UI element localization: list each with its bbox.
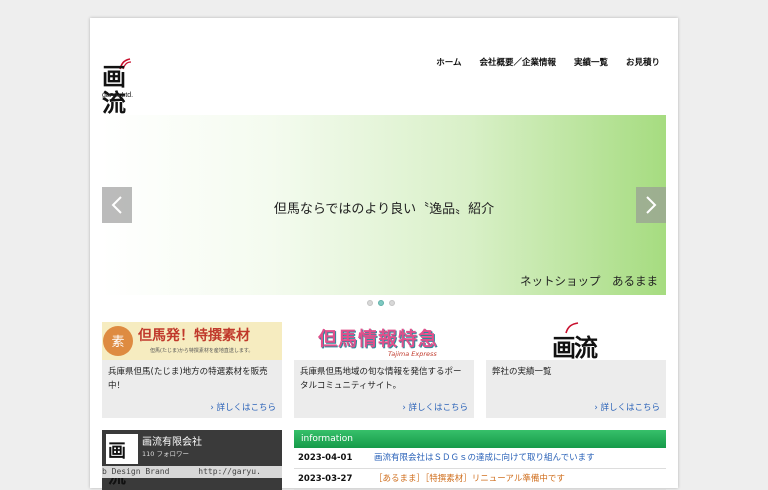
card-more-link-label: 詳しくはこちら: [216, 403, 276, 413]
facebook-cover-text: b Design Brand: [102, 467, 170, 476]
facebook-widget[interactable]: 画流 画流有限会社 110 フォロワー b Design Brand http:…: [102, 430, 282, 490]
slider-dot[interactable]: [367, 300, 373, 306]
site-logo[interactable]: 画流 garyu Ltd.: [102, 58, 142, 117]
information-row: 2023-04-01 画流有限会社はＳＤＧｓの達成に向けて取り組んでいます: [294, 448, 666, 469]
card-more-link-label: 詳しくはこちら: [408, 403, 468, 413]
page-container: 画流 garyu Ltd. ホーム 会社概要／企業情報 実績一覧 お見積り 但馬…: [90, 18, 678, 490]
card-description: 弊社の実績一覧: [492, 367, 552, 377]
slider-next-button[interactable]: [636, 187, 666, 223]
works-banner-logo: 画流: [552, 333, 598, 360]
facebook-cover-strip: b Design Brand http://garyu.: [102, 466, 282, 478]
facebook-cover-url: http://garyu.: [198, 467, 261, 476]
tokusen-banner[interactable]: 素 但馬発！特撰素材 但馬(たじま)から特撰素材を産地直送します。: [102, 322, 282, 360]
facebook-followers: 110 フォロワー: [142, 450, 189, 458]
card-more-link[interactable]: › 詳しくはこちら: [402, 401, 468, 413]
card-body: 弊社の実績一覧 › 詳しくはこちら: [486, 360, 666, 418]
information-date: 2023-04-01: [298, 453, 353, 463]
svg-text:素: 素: [111, 335, 124, 350]
tajima-express-banner[interactable]: 但馬情報特急 Tajima Express: [294, 322, 474, 360]
logo-company-name: garyu Ltd.: [102, 92, 134, 99]
logo-mark: 画流: [102, 62, 126, 117]
card-description: 兵庫県但馬(たじま)地方の特選素材を販売中！: [108, 367, 268, 391]
card-more-link[interactable]: › 詳しくはこちら: [594, 401, 660, 413]
nav-home[interactable]: ホーム: [436, 56, 461, 68]
chevron-right-icon: [646, 196, 657, 214]
chevron-left-icon: [111, 196, 122, 214]
information-link[interactable]: 画流有限会社はＳＤＧｓの達成に向けて取り組んでいます: [374, 448, 595, 468]
card-more-link-label: 詳しくはこちら: [600, 403, 660, 413]
slider-prev-button[interactable]: [102, 187, 132, 223]
tokusen-banner-title: 但馬発！特撰素材: [138, 328, 250, 344]
nav-estimate[interactable]: お見積り: [626, 56, 660, 68]
facebook-avatar-logo: 画流: [108, 441, 126, 488]
facebook-avatar[interactable]: 画流: [106, 434, 138, 488]
card-body: 兵庫県但馬地域の旬な情報を発信するポータルコミュニティサイト。 › 詳しくはこち…: [294, 360, 474, 418]
slider-dots: [367, 300, 395, 306]
tajima-express-banner-subtitle: Tajima Express: [388, 350, 437, 358]
facebook-page-name[interactable]: 画流有限会社: [142, 433, 202, 448]
card-body: 兵庫県但馬(たじま)地方の特選素材を販売中！ › 詳しくはこちら: [102, 360, 282, 418]
card-description: 兵庫県但馬地域の旬な情報を発信するポータルコミュニティサイト。: [300, 367, 462, 391]
nav-company[interactable]: 会社概要／企業情報: [479, 56, 556, 68]
information-heading: information: [294, 430, 666, 448]
card-works[interactable]: 画流 弊社の実績一覧 › 詳しくはこちら: [486, 322, 666, 418]
information-date: 2023-03-27: [298, 474, 353, 484]
card-tokusen[interactable]: 素 但馬発！特撰素材 但馬(たじま)から特撰素材を産地直送します。 兵庫県但馬(…: [102, 322, 282, 418]
nav-works[interactable]: 実績一覧: [574, 56, 608, 68]
slider-dot[interactable]: [389, 300, 395, 306]
tajima-express-banner-title: 但馬情報特急: [318, 328, 439, 350]
card-tajima-express[interactable]: 但馬情報特急 Tajima Express 兵庫県但馬地域の旬な情報を発信するポ…: [294, 322, 474, 418]
slider-dot-active[interactable]: [378, 300, 384, 306]
slide-caption: ネットショップ あるまま: [520, 274, 658, 288]
card-more-link[interactable]: › 詳しくはこちら: [210, 401, 276, 413]
tokusen-banner-subtitle: 但馬(たじま)から特撰素材を産地直送します。: [150, 348, 254, 354]
main-nav: ホーム 会社概要／企業情報 実績一覧 お見積り: [436, 56, 660, 68]
information-link[interactable]: ［あるまま］［特撰素材］リニューアル準備中です: [374, 469, 565, 489]
hero-slider[interactable]: 但馬ならではのより良い〝逸品〟紹介 ネットショップ あるまま: [102, 115, 666, 295]
works-banner[interactable]: 画流: [486, 322, 666, 360]
information-panel: information 2023-04-01 画流有限会社はＳＤＧｓの達成に向け…: [294, 430, 666, 490]
slide-title: 但馬ならではのより良い〝逸品〟紹介: [273, 202, 495, 217]
